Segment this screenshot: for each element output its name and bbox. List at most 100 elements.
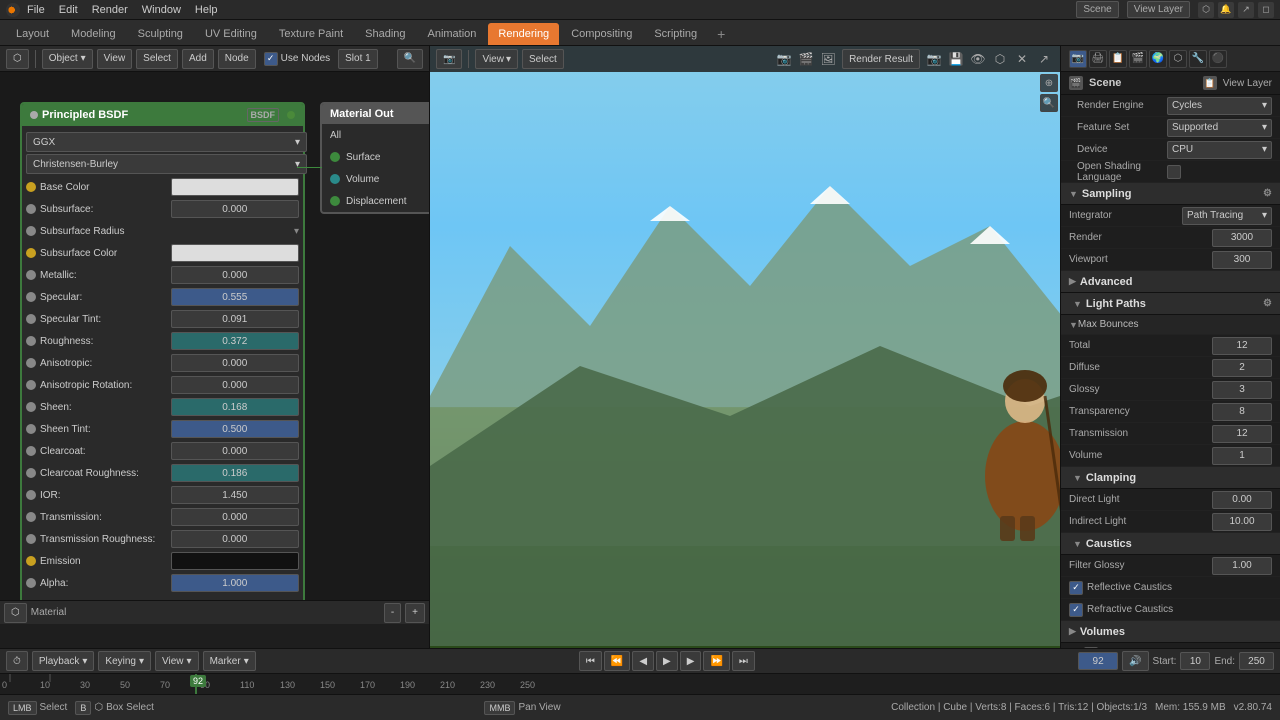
- anisotropic-rotation-input[interactable]: 0.000: [171, 376, 300, 394]
- feature-set-dropdown[interactable]: Supported ▾: [1167, 119, 1272, 137]
- current-frame-input[interactable]: 92: [1078, 652, 1118, 670]
- light-paths-settings-icon[interactable]: ⚙: [1263, 298, 1272, 309]
- next-keyframe-btn[interactable]: ⏩: [703, 651, 729, 671]
- view-timeline-btn[interactable]: View ▾: [155, 651, 199, 671]
- tab-layout[interactable]: Layout: [6, 23, 59, 45]
- scene-selector[interactable]: Scene: [1076, 1, 1118, 18]
- editor-type-small-btn[interactable]: ⬡: [4, 603, 27, 623]
- tab-scripting[interactable]: Scripting: [644, 23, 707, 45]
- metallic-input[interactable]: 0.000: [171, 266, 300, 284]
- zoom-in-btn[interactable]: +: [405, 603, 425, 623]
- anisotropic-input[interactable]: 0.000: [171, 354, 300, 372]
- transmission-bounces-input[interactable]: 12: [1212, 425, 1272, 443]
- tab-modeling[interactable]: Modeling: [61, 23, 126, 45]
- add-btn[interactable]: Add: [182, 49, 214, 69]
- transparency-bounces-input[interactable]: 8: [1212, 403, 1272, 421]
- select-btn[interactable]: Select: [136, 49, 178, 69]
- add-workspace-button[interactable]: +: [709, 23, 733, 45]
- vp-save-icon[interactable]: 💾: [946, 49, 966, 69]
- use-nodes-toggle[interactable]: ✓ Use Nodes: [264, 52, 330, 66]
- object-mode-btn[interactable]: Object ▾: [42, 49, 93, 69]
- image-icon[interactable]: 🖼: [818, 49, 838, 69]
- osl-checkbox[interactable]: [1167, 165, 1181, 179]
- vp-overlay-icon[interactable]: 👁: [968, 49, 988, 69]
- view-btn[interactable]: View: [97, 49, 133, 69]
- menu-item-help[interactable]: Help: [188, 0, 225, 19]
- render-result-btn[interactable]: Render Result: [842, 49, 920, 69]
- specular-tint-input[interactable]: 0.091: [171, 310, 300, 328]
- vp-arrow-icon[interactable]: ↗: [1034, 49, 1054, 69]
- alpha-input[interactable]: 1.000: [171, 574, 300, 592]
- output-props-tab[interactable]: 🖨: [1089, 50, 1107, 68]
- max-bounces-header[interactable]: ▼ Max Bounces: [1061, 315, 1280, 335]
- refractive-caustics-checkbox[interactable]: ✓: [1069, 603, 1083, 617]
- start-frame-input[interactable]: 10: [1180, 652, 1210, 670]
- view-layer-props-tab[interactable]: 📋: [1109, 50, 1127, 68]
- prev-frame-btn[interactable]: ◀: [632, 651, 654, 671]
- volume-bounces-input[interactable]: 1: [1212, 447, 1272, 465]
- menu-item-render[interactable]: Render: [85, 0, 135, 19]
- total-bounces-input[interactable]: 12: [1212, 337, 1272, 355]
- render-icon[interactable]: 🎬: [796, 49, 816, 69]
- sampling-settings-icon[interactable]: ⚙: [1263, 188, 1272, 199]
- menu-item-edit[interactable]: Edit: [52, 0, 85, 19]
- subsurface-radius-arrow[interactable]: ▾: [294, 226, 299, 237]
- subsurface-input[interactable]: 0.000: [171, 200, 300, 218]
- timeline-type-btn[interactable]: ⏱: [6, 651, 28, 671]
- clearcoat-roughness-input[interactable]: 0.186: [171, 464, 300, 482]
- next-frame-btn[interactable]: ▶: [680, 651, 702, 671]
- clamping-section-header[interactable]: ▼ Clamping: [1061, 467, 1280, 489]
- roughness-input[interactable]: 0.372: [171, 332, 300, 350]
- jump-start-btn[interactable]: ⏮: [579, 651, 602, 671]
- menu-item-file[interactable]: File: [20, 0, 52, 19]
- scene-props-tab[interactable]: 🎬: [1129, 50, 1147, 68]
- zoom-btn[interactable]: 🔍: [397, 49, 423, 69]
- diffuse-bounces-input[interactable]: 2: [1212, 359, 1272, 377]
- hair-checkbox[interactable]: [1084, 647, 1098, 649]
- view-layer-selector[interactable]: View Layer: [1127, 1, 1190, 18]
- transmission-input[interactable]: 0.000: [171, 508, 300, 526]
- vp-cam-icon[interactable]: 📷: [924, 49, 944, 69]
- jump-end-btn[interactable]: ⏭: [732, 651, 755, 671]
- vp-close-icon[interactable]: ✕: [1012, 49, 1032, 69]
- object-props-tab[interactable]: ⬡: [1169, 50, 1187, 68]
- render-props-tab[interactable]: 📷: [1069, 50, 1087, 68]
- clearcoat-input[interactable]: 0.000: [171, 442, 300, 460]
- direct-light-input[interactable]: 0.00: [1212, 491, 1272, 509]
- modifier-props-tab[interactable]: 🔧: [1189, 50, 1207, 68]
- zoom-tool-icon[interactable]: 🔍: [1040, 94, 1058, 112]
- header-icon-1[interactable]: ⬡: [1198, 2, 1214, 18]
- advanced-section-header[interactable]: ▶ Advanced: [1061, 271, 1280, 293]
- subsurface-method-dropdown[interactable]: Christensen-Burley ▾: [26, 154, 307, 174]
- slot-selector[interactable]: Slot 1: [338, 49, 378, 69]
- device-dropdown[interactable]: CPU ▾: [1167, 141, 1272, 159]
- playback-btn[interactable]: Playback ▾: [32, 651, 95, 671]
- world-props-tab[interactable]: 🌍: [1149, 50, 1167, 68]
- viewport-view-btn[interactable]: View ▾: [475, 49, 518, 69]
- end-frame-input[interactable]: 250: [1239, 652, 1274, 670]
- timeline-track[interactable]: 0 10 30 50 70 90 110 130 150 170 190 210…: [0, 674, 1280, 694]
- cursor-tool-icon[interactable]: ⊕: [1040, 74, 1058, 92]
- material-props-tab[interactable]: ⚫: [1209, 50, 1227, 68]
- integrator-dropdown[interactable]: Path Tracing ▾: [1182, 207, 1272, 225]
- sheen-input[interactable]: 0.168: [171, 398, 300, 416]
- specular-input[interactable]: 0.555: [171, 288, 300, 306]
- glossy-bounces-input[interactable]: 3: [1212, 381, 1272, 399]
- prev-keyframe-btn[interactable]: ⏪: [604, 651, 630, 671]
- zoom-out-btn[interactable]: -: [384, 603, 401, 623]
- volumes-section-header[interactable]: ▶ Volumes: [1061, 621, 1280, 643]
- viewport-type-btn[interactable]: 📷: [436, 49, 462, 69]
- subsurface-color-input[interactable]: [171, 244, 300, 262]
- tab-texture-paint[interactable]: Texture Paint: [269, 23, 353, 45]
- keying-btn[interactable]: Keying ▾: [98, 651, 151, 671]
- viewport-samples-input[interactable]: 300: [1212, 251, 1272, 269]
- tab-shading[interactable]: Shading: [355, 23, 415, 45]
- light-paths-section-header[interactable]: ▼ Light Paths ⚙: [1061, 293, 1280, 315]
- render-engine-dropdown[interactable]: Cycles ▾: [1167, 97, 1272, 115]
- caustics-section-header[interactable]: ▼ Caustics: [1061, 533, 1280, 555]
- transmission-roughness-input[interactable]: 0.000: [171, 530, 300, 548]
- distribution-dropdown[interactable]: GGX ▾: [26, 132, 307, 152]
- tab-animation[interactable]: Animation: [418, 23, 487, 45]
- menu-item-window[interactable]: Window: [135, 0, 188, 19]
- header-icon-4[interactable]: ◻: [1258, 2, 1274, 18]
